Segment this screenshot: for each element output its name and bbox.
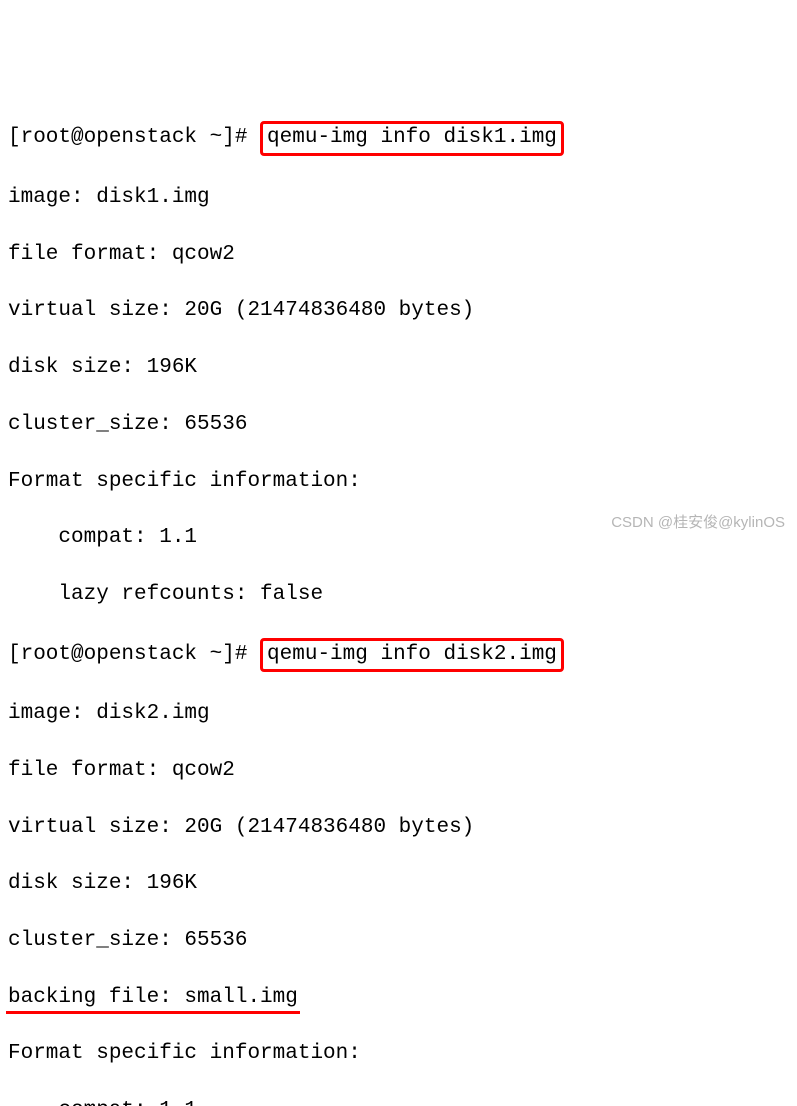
output-compat2: compat: 1.1 [8, 1097, 789, 1106]
output-compat1: compat: 1.1 [8, 524, 789, 552]
output-lazy1: lazy refcounts: false [8, 581, 789, 609]
highlighted-backing-file: backing file: small.img [8, 984, 298, 1012]
terminal-line-prompt1: [root@openstack ~]# qemu-img info disk1.… [8, 121, 789, 155]
output-image1: image: disk1.img [8, 184, 789, 212]
output-fsi1: Format specific information: [8, 468, 789, 496]
shell-prompt: [root@openstack ~]# [8, 643, 260, 666]
highlighted-command-2: qemu-img info disk2.img [260, 638, 564, 672]
output-vsize1: virtual size: 20G (21474836480 bytes) [8, 297, 789, 325]
output-image2: image: disk2.img [8, 700, 789, 728]
highlighted-command-1: qemu-img info disk1.img [260, 121, 564, 155]
output-dsize2: disk size: 196K [8, 870, 789, 898]
output-csize1: cluster_size: 65536 [8, 411, 789, 439]
output-csize2: cluster_size: 65536 [8, 927, 789, 955]
output-fsi2: Format specific information: [8, 1040, 789, 1068]
output-format1: file format: qcow2 [8, 241, 789, 269]
output-backing2: backing file: small.img [8, 984, 789, 1012]
terminal-line-prompt2: [root@openstack ~]# qemu-img info disk2.… [8, 638, 789, 672]
shell-prompt: [root@openstack ~]# [8, 126, 260, 149]
command-text: qemu-img info disk2.img [267, 643, 557, 666]
output-format2: file format: qcow2 [8, 757, 789, 785]
output-vsize2: virtual size: 20G (21474836480 bytes) [8, 814, 789, 842]
output-dsize1: disk size: 196K [8, 354, 789, 382]
command-text: qemu-img info disk1.img [267, 126, 557, 149]
